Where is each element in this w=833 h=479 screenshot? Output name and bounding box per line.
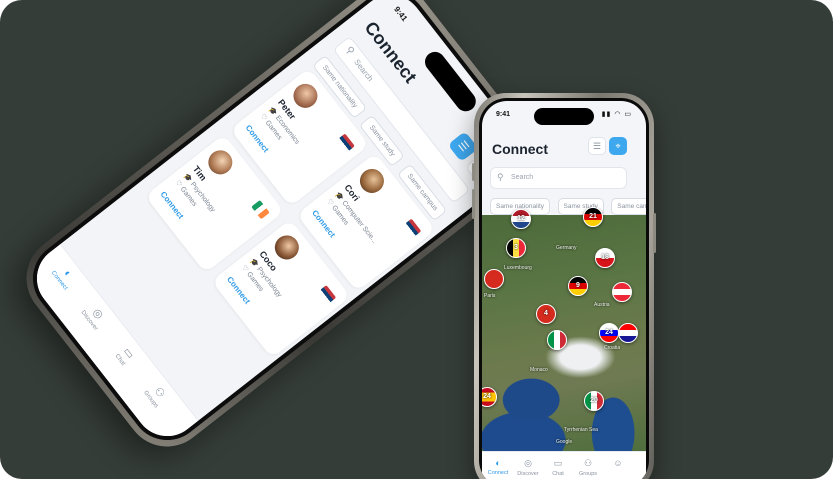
satellite-map[interactable]: Germany Luxembourg Paris Austria Monaco … [482,207,646,452]
search-icon: ⚲ [497,172,504,182]
list-icon: ☰ [592,141,602,151]
flag-icon [317,285,337,305]
list-icon: ☰ [455,138,471,155]
map-pin-germany-2[interactable]: 9 [568,276,588,296]
search-input[interactable]: ⚲ Search [490,167,627,189]
search-icon: ⚲ [342,44,357,58]
status-icons: ▮▮ ◠ ▭ [602,110,632,118]
tab-connect[interactable]: ◐ Connect [484,458,512,476]
flag-icon [336,133,355,153]
flag-icon [251,199,270,220]
map-pin-netherlands[interactable]: 12 [511,209,531,229]
map-label: Monaco [530,367,548,373]
map-pin-switzerland[interactable]: 4 [536,304,556,324]
profile-icon: ☺ [613,458,623,468]
map-pin-slovenia[interactable]: 24 [599,323,619,343]
groups-icon: ⚇ [583,458,593,468]
map-screen: 9:41 ▮▮ ◠ ▭ Connect ☰ ⌖ ⚲ Search Same na… [482,101,646,479]
signal-icon: ▮▮ [601,111,612,118]
compass-icon: ◎ [524,458,532,468]
chat-icon: ▭ [553,458,563,468]
search-placeholder: Search [511,174,534,181]
filter-same-campus[interactable]: Same campus [611,198,646,215]
tab-chat[interactable]: ▭ Chat [544,458,572,477]
map-pin-austria[interactable] [612,282,632,302]
avatar [269,230,304,265]
map-label: Luxembourg [504,265,532,271]
phone-map-view: 9:41 ▮▮ ◠ ▭ Connect ☰ ⌖ ⚲ Search Same na… [472,93,656,479]
avatar [203,145,238,180]
map-label: Austria [594,302,610,308]
tab-groups[interactable]: ⚇ Groups [136,373,177,417]
tab-profile[interactable]: ☺ [604,458,632,470]
battery-icon: ▭ [624,111,632,118]
map-label: Tyrrhenian Sea [564,427,598,433]
dynamic-island [420,47,480,116]
status-time: 9:41 [496,111,511,118]
tab-groups[interactable]: ⚇ Groups [574,458,602,477]
map-pin-italy-2[interactable]: 20 [584,391,604,411]
avatar [355,164,389,198]
tab-discover[interactable]: ◎ Discover [514,458,542,477]
location-pin-icon: ⌖ [615,141,621,151]
tab-bar: ◐ Connect ◎ Discover ▭ Chat ⚇ Groups [23,243,199,450]
map-pin-red[interactable] [484,269,504,289]
list-view-button[interactable]: ☰ [588,137,606,155]
map-pin-czechia[interactable]: 18 [595,248,615,268]
tab-chat[interactable]: ▭ Chat [105,333,146,377]
status-time: 9:41 [392,4,410,23]
map-label: Croatia [604,345,621,351]
map-pin-germany[interactable]: 21 [583,207,603,227]
avatar [288,79,323,113]
map-view-button[interactable]: ⌖ [609,137,627,155]
map-label: Google [556,439,573,445]
map-label: Paris [484,293,496,299]
tab-connect[interactable]: ◐ Connect [44,255,84,299]
list-screen: 9:41 Connect ☰ ⌖ ⚲ Search Same nationali… [23,0,535,450]
dynamic-island [534,108,594,125]
wifi-icon: ◠ [614,111,622,118]
map-pin-spain[interactable]: 24 [482,387,497,407]
tab-discover[interactable]: ◎ Discover [74,294,115,338]
tab-bar: ◐ Connect ◎ Discover ▭ Chat ⚇ Groups ☺ [482,451,646,479]
map-pin-italy[interactable] [547,330,567,350]
map-label: Germany [556,245,577,251]
flag-icon [402,218,422,238]
phone-list-view: 9:41 Connect ☰ ⌖ ⚲ Search Same nationali… [9,0,549,464]
connect-icon: ◐ [495,458,501,468]
showcase-background: 9:41 Connect ☰ ⌖ ⚲ Search Same nationali… [0,0,833,479]
search-placeholder: Search [352,57,375,84]
map-pin-croatia[interactable] [618,323,638,343]
map-pin-belgium[interactable]: 3 [506,238,526,258]
page-title: Connect [492,141,548,157]
